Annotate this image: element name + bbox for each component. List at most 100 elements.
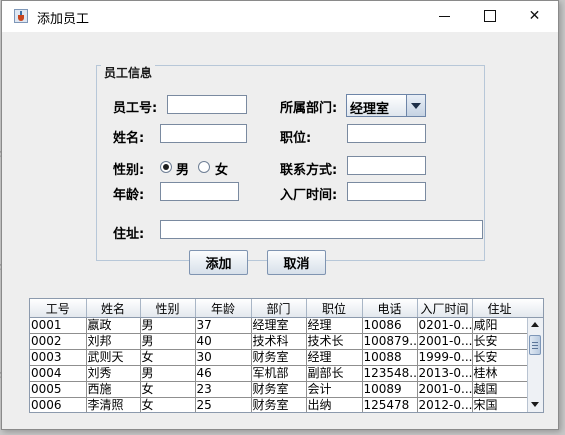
table-cell[interactable]: 女 <box>140 381 196 398</box>
table-cell[interactable]: 出纳 <box>306 397 363 412</box>
minimize-button[interactable] <box>422 1 467 32</box>
emp-id-input[interactable] <box>167 95 247 114</box>
gender-male-radio[interactable] <box>160 161 172 173</box>
table-vertical-scrollbar[interactable] <box>527 318 543 412</box>
name-input[interactable] <box>160 124 247 143</box>
table-cell[interactable]: 军机部 <box>251 365 307 382</box>
table-cell[interactable]: 武则天 <box>86 349 141 366</box>
table-cell[interactable]: 男 <box>140 317 196 334</box>
gender-label: 性别: <box>113 163 145 178</box>
column-header[interactable]: 职位 <box>306 299 363 318</box>
table-cell[interactable]: 40 <box>195 333 252 350</box>
table-cell[interactable]: 财务室 <box>251 381 307 398</box>
table-cell[interactable]: 0005 <box>30 381 87 398</box>
table-row[interactable]: 0006 李清照 女 25 财务室 出纳 125478 2012-0... 宋国 <box>30 397 528 412</box>
table-cell[interactable]: 男 <box>140 333 196 350</box>
table-cell[interactable]: 2001-0... <box>417 333 473 350</box>
title-bar[interactable]: 添加员工 ✕ <box>2 1 558 32</box>
table-cell[interactable]: 技术长 <box>306 333 363 350</box>
table-cell[interactable]: 会计 <box>306 381 363 398</box>
age-input[interactable] <box>160 182 239 201</box>
chevron-down-icon[interactable] <box>406 95 425 116</box>
table-cell[interactable]: 123548... <box>362 365 418 382</box>
table-cell[interactable]: 46 <box>195 365 252 382</box>
table-row[interactable]: 0002 刘邦 男 40 技术科 技术长 100879... 2001-0...… <box>30 333 528 350</box>
table-cell[interactable]: 西施 <box>86 381 141 398</box>
table-cell[interactable]: 男 <box>140 365 196 382</box>
column-header[interactable]: 住址 <box>472 299 528 318</box>
table-cell[interactable]: 经理 <box>306 349 363 366</box>
column-header[interactable]: 年龄 <box>195 299 252 318</box>
table-cell[interactable]: 37 <box>195 317 252 334</box>
table-cell[interactable]: 长安 <box>472 333 528 350</box>
cancel-button[interactable]: 取消 <box>267 250 326 275</box>
emp-id-label: 员工号: <box>113 101 158 116</box>
table-cell[interactable]: 0001 <box>30 317 87 334</box>
table-cell[interactable]: 0002 <box>30 333 87 350</box>
table-cell[interactable]: 23 <box>195 381 252 398</box>
minimize-icon <box>439 16 450 17</box>
table-cell[interactable]: 10089 <box>362 381 418 398</box>
age-label: 年龄: <box>113 188 145 203</box>
gender-male-label[interactable]: 男 <box>176 159 189 178</box>
scroll-down-arrow-icon[interactable] <box>528 398 543 412</box>
table-cell[interactable]: 李清照 <box>86 397 141 412</box>
scroll-up-arrow-icon[interactable] <box>528 318 543 332</box>
table-cell[interactable]: 经理室 <box>251 317 307 334</box>
table-cell[interactable]: 副部长 <box>306 365 363 382</box>
table-cell[interactable]: 30 <box>195 349 252 366</box>
column-header[interactable]: 入厂时间 <box>417 299 473 318</box>
address-input[interactable] <box>160 220 483 239</box>
column-header[interactable]: 部门 <box>251 299 307 318</box>
table-cell[interactable]: 0003 <box>30 349 87 366</box>
table-cell[interactable]: 2001-0... <box>417 381 473 398</box>
table-row[interactable]: 0003 武则天 女 30 财务室 经理 10088 1999-0... 长安 <box>30 349 528 366</box>
contact-input[interactable] <box>347 156 426 175</box>
scrollbar-thumb[interactable] <box>529 335 541 355</box>
table-row[interactable]: 0001 嬴政 男 37 经理室 经理 10086 0201-0... 咸阳 <box>30 317 528 334</box>
table-cell[interactable]: 25 <box>195 397 252 412</box>
table-cell[interactable]: 0006 <box>30 397 87 412</box>
table-cell[interactable]: 125478 <box>362 397 418 412</box>
table-cell[interactable]: 2012-0... <box>417 397 473 412</box>
table-cell[interactable]: 女 <box>140 397 196 412</box>
maximize-button[interactable] <box>467 1 512 32</box>
table-cell[interactable]: 宋国 <box>472 397 528 412</box>
position-input[interactable] <box>347 124 426 143</box>
gender-female-radio[interactable] <box>198 161 210 173</box>
hire-date-input[interactable] <box>347 182 426 201</box>
table-cell[interactable]: 1999-0... <box>417 349 473 366</box>
table-cell[interactable]: 2013-0... <box>417 365 473 382</box>
column-header[interactable]: 姓名 <box>86 299 141 318</box>
table-row[interactable]: 0004 刘秀 男 46 军机部 副部长 123548... 2013-0...… <box>30 365 528 382</box>
dept-select-value: 经理室 <box>350 102 390 117</box>
column-header[interactable]: 电话 <box>362 299 418 318</box>
table-cell[interactable]: 技术科 <box>251 333 307 350</box>
employee-info-group-title: 员工信息 <box>101 64 156 81</box>
table-cell[interactable]: 刘邦 <box>86 333 141 350</box>
close-button[interactable]: ✕ <box>512 1 557 32</box>
table-cell[interactable]: 经理 <box>306 317 363 334</box>
table-cell[interactable]: 0201-0... <box>417 317 473 334</box>
table-cell[interactable]: 桂林 <box>472 365 528 382</box>
table-cell[interactable]: 越国 <box>472 381 528 398</box>
table-cell[interactable]: 长安 <box>472 349 528 366</box>
dept-select[interactable]: 经理室 <box>346 94 426 117</box>
dept-label: 所属部门: <box>280 101 338 116</box>
table-cell[interactable]: 100879... <box>362 333 418 350</box>
table-cell[interactable]: 财务室 <box>251 349 307 366</box>
table-cell[interactable]: 10088 <box>362 349 418 366</box>
table-cell[interactable]: 女 <box>140 349 196 366</box>
table-cell[interactable]: 咸阳 <box>472 317 528 334</box>
table-cell[interactable]: 刘秀 <box>86 365 141 382</box>
table-row[interactable]: 0005 西施 女 23 财务室 会计 10089 2001-0... 越国 <box>30 381 528 398</box>
employee-table: 工号 姓名 性别 年龄 部门 职位 电话 入厂时间 住址 0001 嬴政 男 3… <box>29 298 544 413</box>
table-cell[interactable]: 嬴政 <box>86 317 141 334</box>
table-cell[interactable]: 10086 <box>362 317 418 334</box>
table-cell[interactable]: 0004 <box>30 365 87 382</box>
gender-female-label[interactable]: 女 <box>215 159 228 178</box>
add-button[interactable]: 添加 <box>189 250 248 275</box>
column-header[interactable]: 工号 <box>30 299 87 318</box>
column-header[interactable]: 性别 <box>140 299 196 318</box>
table-cell[interactable]: 财务室 <box>251 397 307 412</box>
